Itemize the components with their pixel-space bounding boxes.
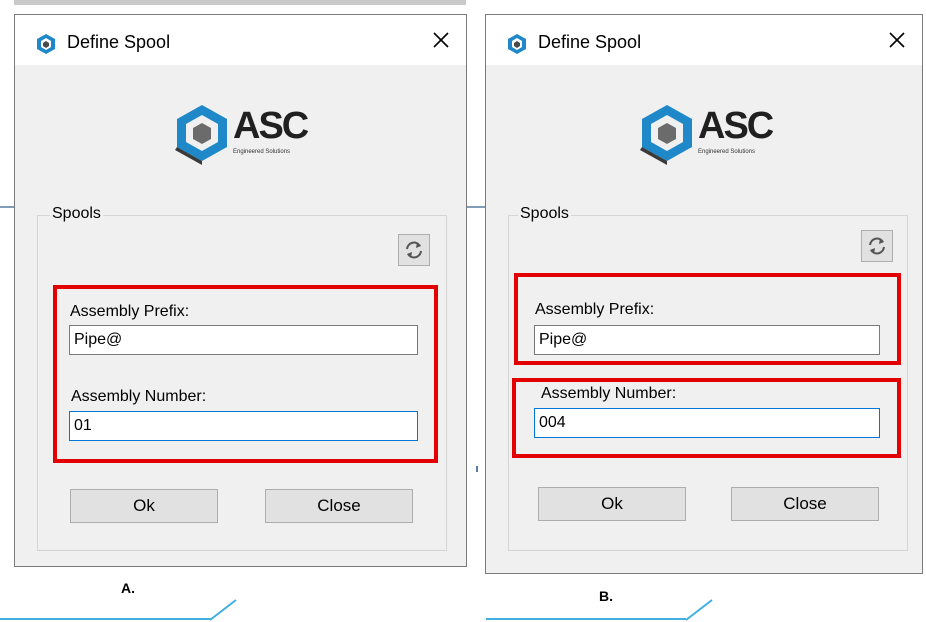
define-spool-dialog-a: Define Spool ASC Engineered Solutions Sp… bbox=[14, 14, 467, 567]
ok-button[interactable]: Ok bbox=[538, 487, 686, 521]
asc-logo: ASC Engineered Solutions bbox=[638, 103, 788, 169]
refresh-icon bbox=[869, 237, 885, 255]
caption-a: A. bbox=[121, 580, 135, 596]
close-icon[interactable] bbox=[886, 29, 908, 51]
asc-logo-icon bbox=[508, 34, 526, 54]
logo-text: ASC bbox=[698, 105, 774, 147]
assembly-prefix-label: Assembly Prefix: bbox=[535, 301, 655, 318]
background-connector-line bbox=[0, 206, 14, 208]
close-icon[interactable] bbox=[430, 29, 452, 51]
assembly-prefix-label: Assembly Prefix: bbox=[70, 303, 190, 320]
refresh-button[interactable] bbox=[861, 230, 893, 262]
title-bar: Define Spool bbox=[486, 15, 922, 65]
define-spool-dialog-b: Define Spool ASC Engineered Solutions Sp… bbox=[485, 14, 923, 574]
asc-logo-icon bbox=[175, 105, 227, 165]
caption-b: B. bbox=[599, 588, 613, 604]
background-connector-line bbox=[467, 206, 485, 208]
assembly-number-label: Assembly Number: bbox=[71, 388, 207, 405]
assembly-prefix-input[interactable] bbox=[69, 325, 418, 355]
title-bar: Define Spool bbox=[15, 15, 466, 65]
dialog-title: Define Spool bbox=[67, 32, 171, 52]
assembly-prefix-input[interactable] bbox=[534, 325, 880, 355]
dialog-title: Define Spool bbox=[538, 32, 642, 52]
spools-group-label: Spools bbox=[518, 205, 571, 223]
decorative-slash bbox=[209, 599, 237, 621]
background-strip bbox=[14, 0, 466, 5]
asc-logo: ASC Engineered Solutions bbox=[173, 103, 323, 169]
assembly-number-label: Assembly Number: bbox=[541, 385, 677, 402]
close-button[interactable]: Close bbox=[731, 487, 879, 521]
refresh-button[interactable] bbox=[398, 234, 430, 266]
background-tick bbox=[476, 466, 478, 472]
logo-subtext: Engineered Solutions bbox=[233, 149, 291, 155]
refresh-icon bbox=[406, 241, 422, 259]
logo-subtext: Engineered Solutions bbox=[698, 149, 756, 155]
close-button[interactable]: Close bbox=[265, 489, 413, 523]
ok-button[interactable]: Ok bbox=[70, 489, 218, 523]
asc-logo-icon bbox=[640, 105, 692, 165]
asc-logo-icon bbox=[37, 34, 55, 54]
assembly-number-input[interactable] bbox=[534, 408, 880, 438]
spools-group-label: Spools bbox=[50, 205, 103, 223]
decorative-slash bbox=[685, 599, 713, 621]
logo-text: ASC bbox=[233, 105, 309, 147]
assembly-number-input[interactable] bbox=[69, 411, 418, 441]
